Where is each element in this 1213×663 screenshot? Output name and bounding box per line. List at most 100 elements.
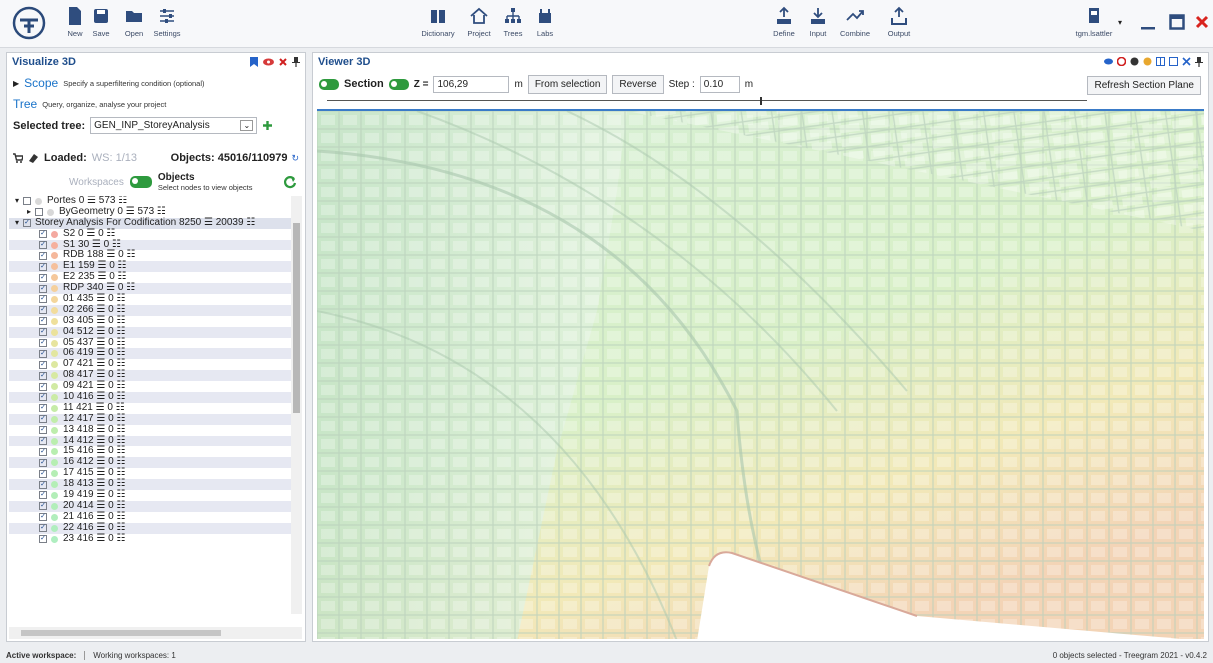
tree-node[interactable]: ✓ RDP 340 ☰ 0 ☷ [9, 282, 291, 295]
close-icon[interactable] [1195, 15, 1209, 29]
step-input[interactable]: 0.10 [699, 75, 740, 93]
z-toggle[interactable] [388, 78, 409, 90]
node-checkbox[interactable]: ✓ [39, 458, 47, 467]
node-checkbox[interactable]: ✓ [23, 219, 32, 228]
node-checkbox[interactable]: ✓ [39, 349, 47, 358]
tree-node[interactable]: ✓ 09 421 ☰ 0 ☷ [9, 380, 291, 392]
input-button[interactable]: Input [801, 6, 835, 38]
node-checkbox[interactable]: ✓ [39, 262, 47, 271]
node-checkbox[interactable]: ✓ [39, 273, 47, 282]
tree-vertical-scrollbar[interactable] [291, 196, 302, 614]
output-button[interactable]: Output [882, 6, 916, 38]
node-checkbox[interactable]: ✓ [39, 404, 47, 413]
minimize-icon[interactable] [1140, 20, 1156, 30]
node-checkbox[interactable]: ✓ [39, 382, 47, 391]
section-slider-handle[interactable] [760, 97, 763, 105]
node-checkbox[interactable]: ✓ [39, 491, 47, 500]
color-icon[interactable] [1143, 57, 1152, 66]
trees-button[interactable]: Trees [496, 6, 530, 38]
node-checkbox[interactable]: ✓ [39, 426, 47, 435]
tree-node[interactable]: ✓ 23 416 ☰ 0 ☷ [9, 533, 291, 545]
tree-node[interactable]: ✓ 08 417 ☰ 0 ☷ [9, 369, 291, 382]
tree-node[interactable]: ✓ 21 416 ☰ 0 ☷ [9, 511, 291, 523]
tree-node[interactable]: ▾ ✓ Storey Analysis For Codification 8250 … [9, 217, 291, 229]
window-icon[interactable] [1169, 57, 1178, 66]
selected-tree-dropdown[interactable]: GEN_INP_StoreyAnalysis ⌄ [90, 117, 258, 134]
isolate-icon[interactable] [1130, 57, 1139, 66]
node-checkbox[interactable] [23, 197, 32, 206]
node-checkbox[interactable]: ✓ [39, 447, 47, 456]
tree-node[interactable]: ✓ 13 418 ☰ 0 ☷ [9, 424, 291, 436]
tree-node[interactable]: ✓ 14 412 ☰ 0 ☷ [9, 435, 291, 447]
node-checkbox[interactable]: ✓ [39, 415, 47, 424]
node-checkbox[interactable]: ✓ [39, 393, 47, 402]
node-checkbox[interactable]: ✓ [39, 480, 47, 489]
tree-node[interactable]: ✓ E2 235 ☰ 0 ☷ [9, 271, 291, 283]
open-button[interactable]: Open [117, 6, 151, 38]
3d-viewport[interactable] [317, 109, 1204, 639]
sync-icon[interactable] [283, 175, 297, 189]
node-checkbox[interactable]: ✓ [39, 328, 47, 337]
dictionary-button[interactable]: Dictionary [421, 6, 455, 38]
expand-icon[interactable] [1182, 57, 1191, 66]
tree-node[interactable]: ✓ 03 405 ☰ 0 ☷ [9, 315, 291, 327]
tree-node[interactable]: ✓ E1 159 ☰ 0 ☷ [9, 260, 291, 273]
node-checkbox[interactable] [35, 208, 44, 217]
node-checkbox[interactable]: ✓ [39, 502, 47, 511]
combine-button[interactable]: Combine [838, 6, 872, 38]
tree-node[interactable]: ✓ 17 415 ☰ 0 ☷ [9, 467, 291, 479]
settings-button[interactable]: Settings [150, 6, 184, 38]
pin-icon[interactable] [292, 56, 300, 67]
from-selection-button[interactable]: From selection [527, 74, 608, 94]
close-panel-icon[interactable] [279, 57, 287, 66]
reverse-button[interactable]: Reverse [612, 74, 664, 94]
collapse-arrow-icon[interactable]: ▾ [15, 218, 19, 229]
storey-tree[interactable]: ▾ Portes 0 ☰ 573 ☷ ▸ ByGeometry 0 ☰ 573 ☷ ▾ ✓… [9, 196, 291, 614]
scope-label[interactable]: Scope [24, 76, 58, 90]
tree-node[interactable]: ✓ 04 512 ☰ 0 ☷ [9, 326, 291, 338]
node-checkbox[interactable]: ✓ [39, 360, 47, 369]
node-checkbox[interactable]: ✓ [39, 513, 47, 522]
tree-node[interactable]: ✓ S1 30 ☰ 0 ☷ [9, 239, 291, 251]
node-checkbox[interactable]: ✓ [39, 524, 47, 533]
section-toggle[interactable] [319, 78, 339, 90]
z-value-input[interactable]: 106,29 [433, 75, 510, 93]
tree-node[interactable]: ✓ 19 419 ☰ 0 ☷ [9, 489, 291, 501]
node-checkbox[interactable]: ✓ [39, 251, 47, 260]
tree-horizontal-scrollbar[interactable] [9, 627, 302, 639]
eye-icon[interactable] [263, 58, 274, 66]
define-button[interactable]: Define [767, 6, 801, 38]
eraser-icon[interactable] [28, 153, 39, 163]
tree-node[interactable]: ✓ S2 0 ☰ 0 ☷ [9, 228, 291, 240]
section-slider[interactable] [327, 97, 1087, 105]
refresh-section-plane-button[interactable]: Refresh Section Plane [1087, 76, 1201, 95]
node-checkbox[interactable]: ✓ [39, 535, 47, 544]
tree-node[interactable]: ✓ 10 416 ☰ 0 ☷ [9, 391, 291, 403]
tree-node[interactable]: ✓ 05 437 ☰ 0 ☷ [9, 337, 291, 349]
tree-node[interactable]: ✓ 12 417 ☰ 0 ☷ [9, 413, 291, 425]
hide-icon[interactable] [1117, 57, 1126, 66]
collapse-arrow-icon[interactable]: ▾ [15, 196, 19, 207]
node-checkbox[interactable]: ✓ [39, 437, 47, 446]
labs-button[interactable]: Labs [528, 6, 562, 38]
cart-icon[interactable] [13, 153, 23, 163]
tree-node[interactable]: ✓ 18 413 ☰ 0 ☷ [9, 478, 291, 491]
add-tree-icon[interactable] [262, 120, 273, 131]
maximize-icon[interactable] [1169, 14, 1185, 30]
tree-node[interactable]: ✓ 06 419 ☰ 0 ☷ [9, 348, 291, 360]
expand-arrow-icon[interactable]: ▸ [27, 207, 31, 218]
tree-node[interactable]: ✓ RDB 188 ☰ 0 ☷ [9, 250, 291, 261]
tree-node[interactable]: ✓ 11 421 ☰ 0 ☷ [9, 402, 291, 414]
tree-node[interactable]: ✓ 01 435 ☰ 0 ☷ [9, 293, 291, 305]
tree-node[interactable]: ✓ 16 412 ☰ 0 ☷ [9, 456, 291, 469]
pin-icon[interactable] [1195, 56, 1203, 67]
node-checkbox[interactable]: ✓ [39, 284, 47, 293]
eye-icon[interactable] [1104, 58, 1113, 65]
node-checkbox[interactable]: ✓ [39, 469, 47, 478]
node-checkbox[interactable]: ✓ [39, 306, 47, 315]
tree-node[interactable]: ✓ 07 421 ☰ 0 ☷ [9, 358, 291, 370]
node-checkbox[interactable]: ✓ [39, 317, 47, 326]
layout-icon[interactable] [1156, 57, 1165, 66]
user-dropdown-icon[interactable]: ▾ [1118, 18, 1122, 27]
node-checkbox[interactable]: ✓ [39, 295, 47, 304]
